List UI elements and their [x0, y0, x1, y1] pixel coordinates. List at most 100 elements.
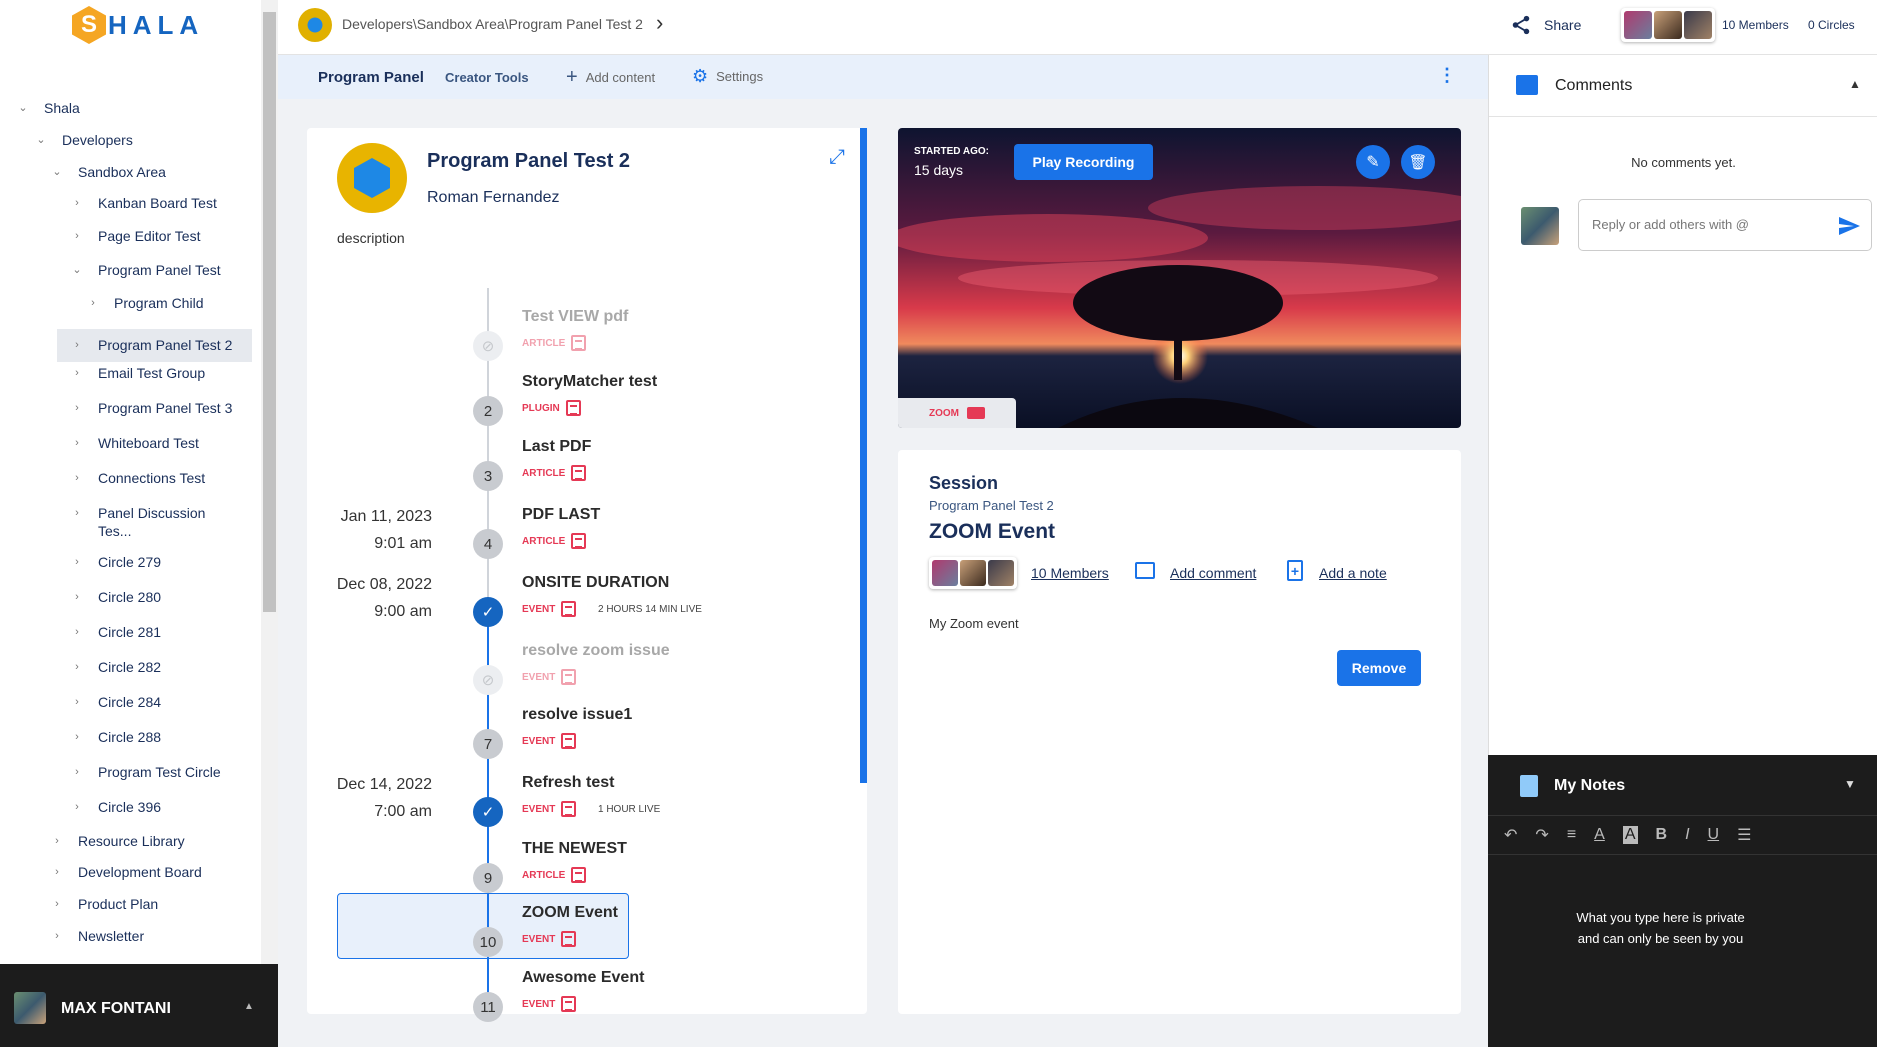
- card-scrollbar[interactable]: [860, 128, 867, 783]
- timeline-item-title[interactable]: PDF LAST: [522, 506, 600, 524]
- underline-icon[interactable]: U: [1708, 826, 1720, 844]
- remove-button[interactable]: Remove: [1337, 650, 1421, 686]
- comments-header[interactable]: Comments ▲: [1489, 55, 1877, 117]
- chevron-right-icon[interactable]: ›: [70, 693, 84, 711]
- bold-icon[interactable]: B: [1656, 826, 1668, 844]
- add-note-icon[interactable]: +: [1287, 560, 1303, 581]
- breadcrumb-chevron-icon[interactable]: ›: [656, 10, 663, 36]
- highlight-icon[interactable]: A: [1622, 826, 1638, 844]
- chevron-right-icon[interactable]: ›: [70, 623, 84, 641]
- chevron-right-icon[interactable]: ›: [70, 553, 84, 571]
- chevron-right-icon[interactable]: ›: [70, 728, 84, 746]
- tab-creator-tools[interactable]: Creator Tools: [445, 70, 529, 85]
- shala-logo[interactable]: S HALA: [72, 6, 204, 44]
- sidebar-item[interactable]: › Circle 282: [70, 658, 161, 682]
- sidebar-item[interactable]: › Circle 396: [70, 798, 161, 822]
- sidebar-item[interactable]: › Page Editor Test: [70, 227, 200, 251]
- play-recording-button[interactable]: Play Recording: [1014, 144, 1153, 180]
- chevron-down-icon[interactable]: ⌄: [50, 163, 64, 181]
- chevron-right-icon[interactable]: ›: [70, 798, 84, 816]
- comment-input[interactable]: Reply or add others with @: [1578, 199, 1872, 251]
- chevron-down-icon[interactable]: ⌄: [34, 131, 48, 149]
- sidebar-item[interactable]: › Program Test Circle: [70, 763, 221, 787]
- undo-icon[interactable]: ↶: [1504, 825, 1517, 845]
- chevron-right-icon[interactable]: ›: [70, 588, 84, 606]
- timeline-item-title[interactable]: Test VIEW pdf: [522, 308, 628, 326]
- sidebar-item[interactable]: › Connections Test: [70, 469, 205, 493]
- sidebar-item[interactable]: › Program Panel Test 2: [57, 329, 252, 362]
- chevron-down-icon[interactable]: ⌄: [70, 261, 84, 279]
- chevron-down-icon[interactable]: ⌄: [16, 99, 30, 117]
- scrollbar-thumb[interactable]: [263, 12, 276, 612]
- sidebar-item[interactable]: › Email Test Group: [70, 364, 205, 388]
- sidebar-item[interactable]: ⌄ Shala: [16, 99, 79, 123]
- caret-up-icon[interactable]: ▲: [244, 1001, 254, 1012]
- text-color-icon[interactable]: A: [1594, 826, 1605, 844]
- chevron-right-icon[interactable]: ›: [70, 364, 84, 382]
- timeline-item-title[interactable]: Awesome Event: [522, 969, 644, 987]
- breadcrumb[interactable]: Developers\Sandbox Area\Program Panel Te…: [342, 16, 643, 32]
- add-note-link[interactable]: Add a note: [1319, 565, 1387, 581]
- chevron-right-icon[interactable]: ›: [70, 658, 84, 676]
- delete-icon[interactable]: 🗑: [1401, 145, 1435, 179]
- session-members-link[interactable]: 10 Members: [1031, 565, 1109, 581]
- settings-button[interactable]: ⚙ Settings: [692, 66, 763, 87]
- timeline-item-title[interactable]: ONSITE DURATION: [522, 574, 669, 592]
- chevron-right-icon[interactable]: ›: [50, 832, 64, 850]
- tab-program-panel[interactable]: Program Panel: [318, 69, 424, 86]
- sidebar-item[interactable]: › Kanban Board Test: [70, 194, 217, 218]
- chevron-right-icon[interactable]: ›: [70, 469, 84, 487]
- sidebar-item[interactable]: › Whiteboard Test: [70, 434, 199, 458]
- sidebar-item[interactable]: › Circle 284: [70, 693, 161, 717]
- members-count[interactable]: 10 Members: [1722, 18, 1789, 32]
- user-bar[interactable]: MAX FONTANI ▲: [0, 964, 278, 1047]
- align-icon[interactable]: ≡: [1567, 826, 1576, 844]
- session-member-avatars[interactable]: [929, 557, 1017, 589]
- sidebar-item[interactable]: ⌄ Developers: [34, 131, 132, 155]
- italic-icon[interactable]: I: [1685, 826, 1689, 844]
- sidebar-item[interactable]: › Circle 280: [70, 588, 161, 612]
- chevron-right-icon[interactable]: ›: [70, 336, 84, 354]
- chevron-right-icon[interactable]: ›: [70, 434, 84, 452]
- members-avatars[interactable]: [1621, 8, 1715, 42]
- chevron-right-icon[interactable]: ›: [70, 194, 84, 212]
- chevron-right-icon[interactable]: ›: [50, 863, 64, 881]
- sidebar-item[interactable]: › Program Panel Test 3: [70, 399, 232, 423]
- add-content-button[interactable]: + Add content: [566, 66, 655, 89]
- sidebar-item[interactable]: ⌄ Sandbox Area: [50, 163, 166, 187]
- chevron-right-icon[interactable]: ›: [70, 504, 84, 522]
- timeline-item-title[interactable]: StoryMatcher test: [522, 373, 657, 391]
- chevron-right-icon[interactable]: ›: [50, 927, 64, 945]
- expand-icon[interactable]: ⤢: [829, 146, 845, 169]
- sidebar-item[interactable]: › Development Board: [50, 863, 202, 887]
- notes-collapse-icon[interactable]: ▼: [1844, 777, 1856, 791]
- sidebar-item[interactable]: › Circle 281: [70, 623, 161, 647]
- timeline-item-title[interactable]: Refresh test: [522, 774, 614, 792]
- chevron-right-icon[interactable]: ›: [70, 763, 84, 781]
- chevron-right-icon[interactable]: ›: [70, 227, 84, 245]
- timeline-item-title[interactable]: resolve zoom issue: [522, 642, 670, 660]
- sidebar-item[interactable]: › Newsletter: [50, 927, 144, 951]
- more-menu-icon[interactable]: ⋮: [1438, 65, 1456, 86]
- chevron-right-icon[interactable]: ›: [50, 895, 64, 913]
- sidebar-item[interactable]: › Program Child: [86, 294, 203, 318]
- bullet-list-icon[interactable]: ☰: [1737, 825, 1751, 845]
- send-icon[interactable]: [1837, 214, 1861, 238]
- sidebar-item[interactable]: › Circle 288: [70, 728, 161, 752]
- timeline-item-title[interactable]: THE NEWEST: [522, 840, 627, 858]
- timeline-item-title[interactable]: resolve issue1: [522, 706, 632, 724]
- comment-icon[interactable]: [1135, 562, 1155, 579]
- add-comment-link[interactable]: Add comment: [1170, 565, 1256, 581]
- sidebar-item[interactable]: ⌄ Program Panel Test: [70, 261, 220, 285]
- share-button[interactable]: Share: [1510, 14, 1581, 36]
- timeline-item-title[interactable]: Last PDF: [522, 438, 591, 456]
- collapse-icon[interactable]: ▲: [1849, 77, 1861, 91]
- timeline-item-title[interactable]: ZOOM Event: [522, 904, 618, 922]
- sidebar-item[interactable]: › Product Plan: [50, 895, 158, 919]
- sidebar-item[interactable]: › Panel Discussion Tes...: [70, 504, 240, 544]
- redo-icon[interactable]: ↷: [1535, 825, 1548, 845]
- sidebar-item[interactable]: › Circle 279: [70, 553, 161, 577]
- sidebar-item[interactable]: › Resource Library: [50, 832, 184, 856]
- chevron-right-icon[interactable]: ›: [70, 399, 84, 417]
- sidebar-scrollbar[interactable]: [261, 0, 278, 964]
